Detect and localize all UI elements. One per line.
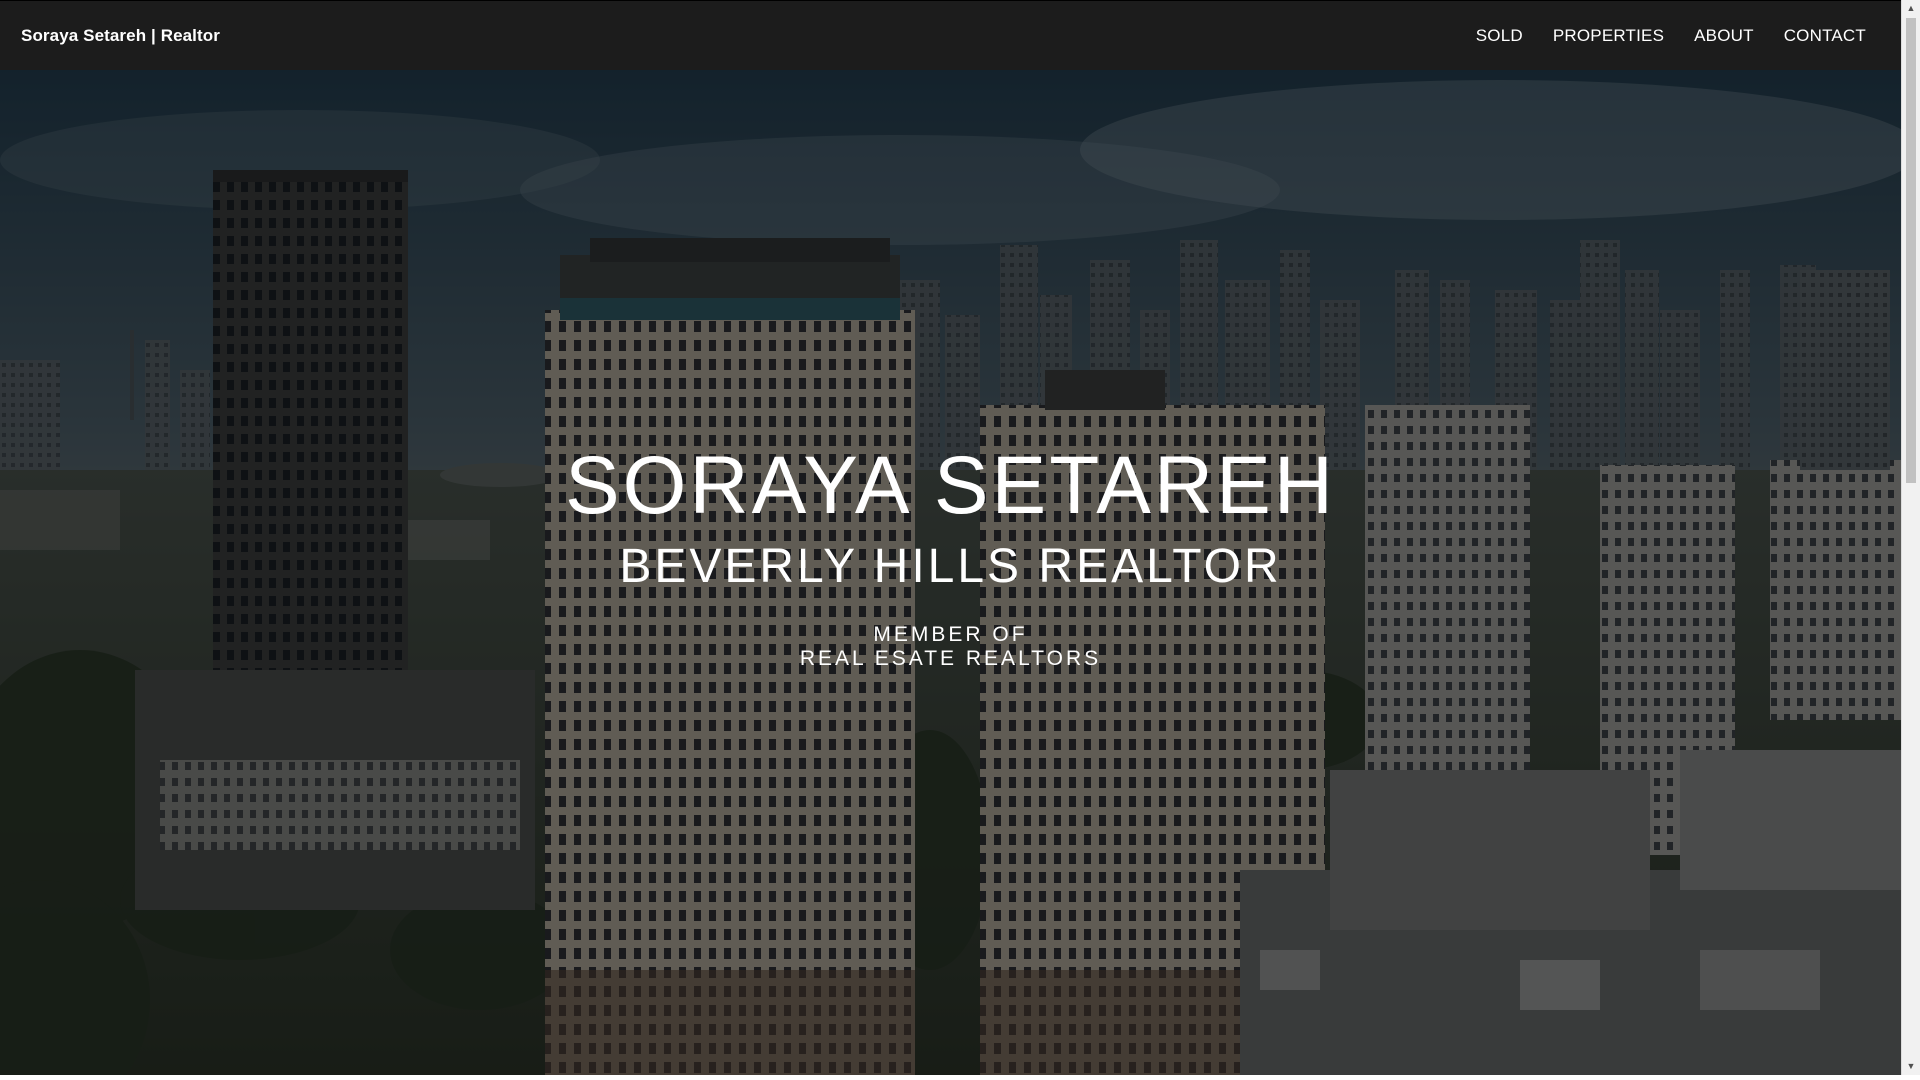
nav-link-sold[interactable]: SOLD (1476, 26, 1523, 46)
hero-text-block: SORAYA SETAREH BEVERLY HILLS REALTOR MEM… (0, 70, 1901, 1075)
nav-link-about[interactable]: ABOUT (1694, 26, 1754, 46)
brand-link[interactable]: Soraya Setareh | Realtor (21, 26, 220, 46)
scroll-up-arrow-icon[interactable]: ▲ (1902, 0, 1920, 17)
hero-section: SORAYA SETAREH BEVERLY HILLS REALTOR MEM… (0, 70, 1901, 1075)
page: Soraya Setareh | Realtor SOLD PROPERTIES… (0, 0, 1920, 1080)
membership-line-2: REAL ESATE REALTORS (799, 647, 1102, 671)
scroll-down-arrow-icon[interactable]: ▼ (1902, 1058, 1920, 1075)
page-scrollbar[interactable]: ▲ ▼ (1901, 0, 1920, 1075)
top-navbar: Soraya Setareh | Realtor SOLD PROPERTIES… (0, 0, 1901, 70)
viewport-bottom-edge (0, 1075, 1920, 1080)
nav-links: SOLD PROPERTIES ABOUT CONTACT (1446, 26, 1866, 46)
scrollbar-thumb[interactable] (1906, 18, 1916, 483)
hero-title: SORAYA SETAREH (564, 440, 1337, 531)
hero-membership: MEMBER OF REAL ESATE REALTORS (0, 623, 1901, 671)
membership-line-1: MEMBER OF (873, 623, 1028, 646)
nav-link-contact[interactable]: CONTACT (1784, 26, 1866, 46)
nav-link-properties[interactable]: PROPERTIES (1553, 26, 1664, 46)
hero-subtitle: BEVERLY HILLS REALTOR (619, 540, 1282, 593)
